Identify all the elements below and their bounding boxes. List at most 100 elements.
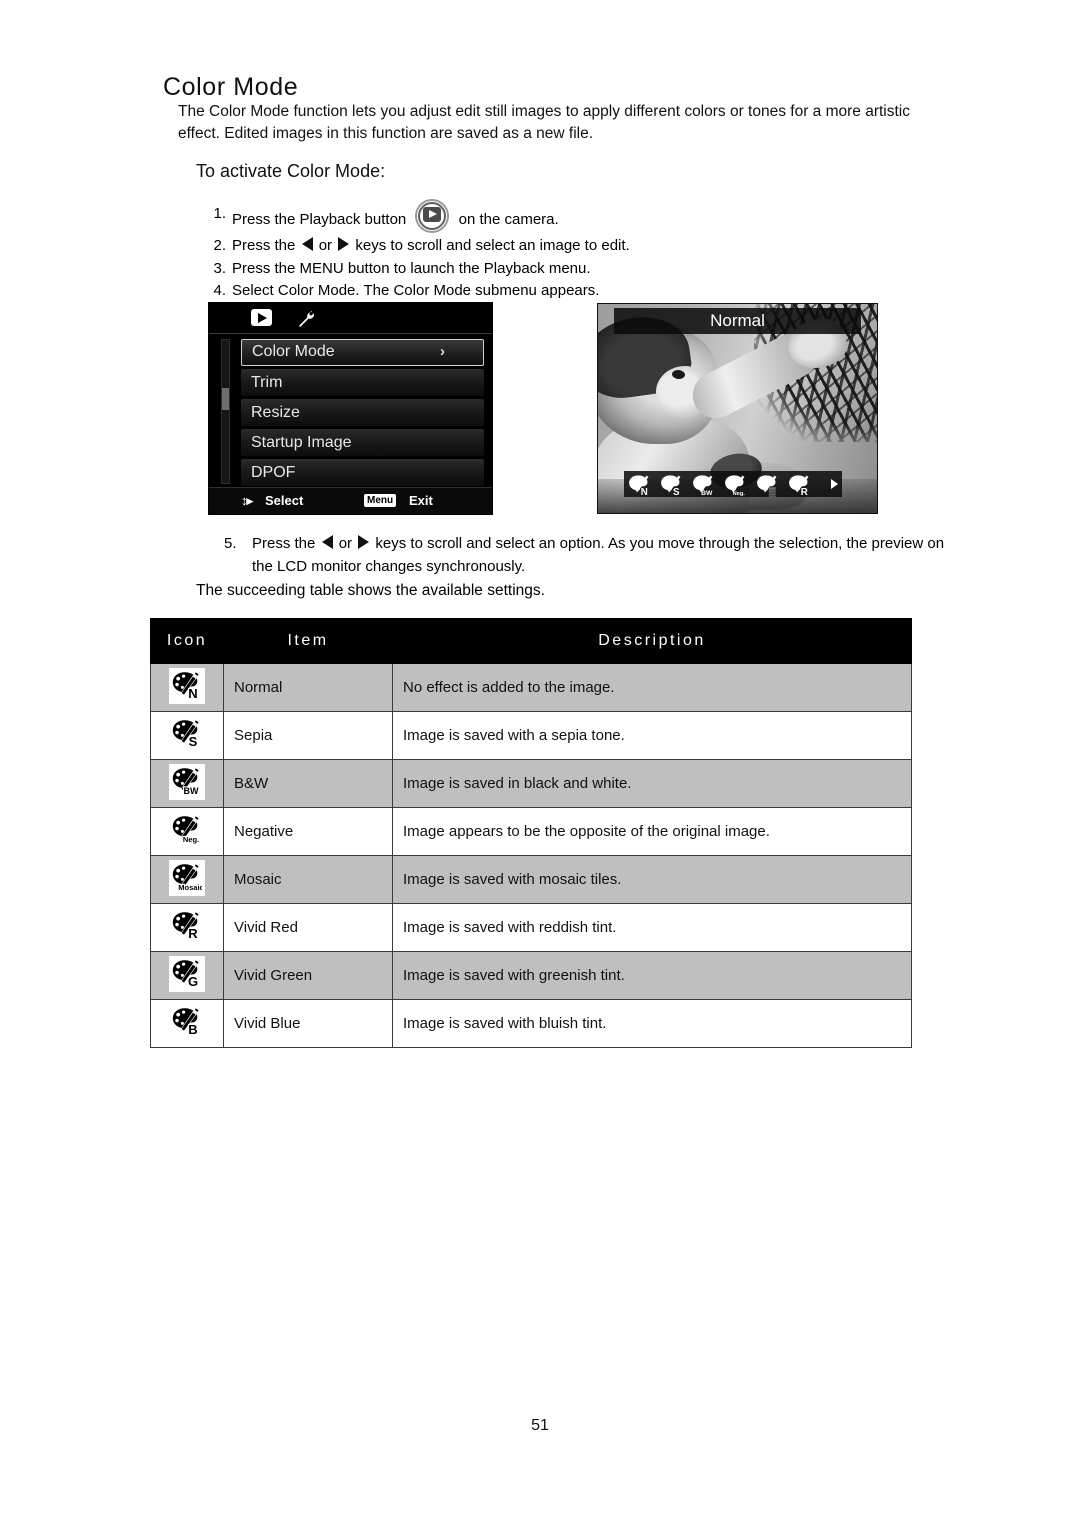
palette-icon-vivid-red: R: [169, 907, 205, 944]
table-row: N Normal No effect is added to the image…: [150, 663, 912, 712]
svg-text:Neg.: Neg.: [183, 835, 199, 844]
row-icon-sepia: S: [150, 711, 224, 760]
step-4: 4. Select Color Mode. The Color Mode sub…: [204, 280, 924, 303]
menu-item-dpof[interactable]: DPOF: [241, 459, 484, 486]
svg-text:BW: BW: [701, 490, 713, 497]
table-row: B Vivid Blue Image is saved with bluish …: [150, 999, 912, 1048]
row-item-vivid-green: Vivid Green: [223, 951, 393, 1000]
step-5-number: 5.: [224, 535, 237, 552]
preview-option-bar[interactable]: N S BW Neg. ▒ R: [624, 471, 842, 497]
color-option-icon-sepia[interactable]: S: [658, 473, 690, 497]
table-header-row: Icon Item Description: [150, 618, 912, 664]
page-title: Color Mode: [163, 73, 299, 101]
intro-paragraph: The Color Mode function lets you adjust …: [178, 103, 911, 142]
row-desc-normal: No effect is added to the image.: [392, 663, 912, 712]
palette-icon-vivid-green: G: [169, 955, 205, 992]
right-arrow-icon: [338, 237, 350, 251]
menu-footer-hints: ↕▸ Select Menu Exit: [209, 487, 492, 514]
table-row: Mosaic Mosaic Image is saved with mosaic…: [150, 855, 912, 904]
row-item-bw: B&W: [223, 759, 393, 808]
table-body: N Normal No effect is added to the image…: [150, 663, 912, 1048]
row-desc-vivid-green: Image is saved with greenish tint.: [392, 951, 912, 1000]
step-1-text-a: Press the Playback button: [232, 211, 407, 228]
svg-text:B: B: [188, 1022, 197, 1037]
row-icon-bw: BW: [150, 759, 224, 808]
row-desc-vivid-red: Image is saved with reddish tint.: [392, 903, 912, 952]
menu-item-resize[interactable]: Resize: [241, 399, 484, 426]
row-item-sepia: Sepia: [223, 711, 393, 760]
palette-icon-normal: N: [169, 667, 205, 704]
subheading-activate: To activate Color Mode:: [196, 161, 386, 181]
row-icon-normal: N: [150, 663, 224, 712]
svg-text:BW: BW: [184, 786, 199, 796]
menu-item-dpof-label: DPOF: [251, 464, 296, 481]
row-item-vivid-blue: Vivid Blue: [223, 999, 393, 1048]
step-4-number: 4.: [213, 282, 226, 299]
svg-text:Neg.: Neg.: [733, 491, 746, 497]
lcd-preview-screenshot: Normal N S BW Neg. ▒ R: [597, 303, 878, 514]
step-4-text: Select Color Mode. The Color Mode submen…: [232, 282, 600, 299]
color-option-icon-bw[interactable]: BW: [690, 473, 722, 497]
step-5-or: or: [338, 535, 353, 552]
step-1-number: 1.: [213, 205, 226, 222]
updown-arrows-icon: ↕▸: [241, 493, 253, 508]
svg-text:N: N: [188, 686, 197, 701]
menu-item-trim[interactable]: Trim: [241, 369, 484, 396]
step-3-text: Press the MENU button to launch the Play…: [232, 259, 591, 277]
left-arrow-icon: [301, 237, 313, 251]
menu-item-list: Color Mode › Trim Resize Startup Image D…: [209, 334, 492, 486]
step-2-or: or: [318, 237, 333, 254]
step-3: 3. Press the MENU button to launch the P…: [204, 258, 924, 281]
succeeding-table-note: The succeeding table shows the available…: [196, 582, 545, 599]
row-desc-mosaic: Image is saved with mosaic tiles.: [392, 855, 912, 904]
row-desc-negative: Image appears to be the opposite of the …: [392, 807, 912, 856]
page-number: 51: [531, 1417, 549, 1434]
menu-item-color-mode[interactable]: Color Mode ›: [241, 339, 484, 366]
step-1-text-b: on the camera.: [458, 211, 559, 228]
chevron-right-icon: ›: [440, 343, 445, 360]
step-5: 5. Press the or keys to scroll and selec…: [224, 533, 952, 578]
row-icon-mosaic: Mosaic: [150, 855, 224, 904]
menu-item-trim-label: Trim: [251, 374, 283, 391]
table-row: G Vivid Green Image is saved with greeni…: [150, 951, 912, 1000]
svg-text:R: R: [801, 487, 808, 497]
step-3-number: 3.: [213, 259, 226, 277]
header-description: Description: [392, 618, 912, 664]
row-item-vivid-red: Vivid Red: [223, 903, 393, 952]
color-option-icon-normal[interactable]: N: [626, 473, 658, 497]
svg-text:G: G: [188, 974, 198, 989]
color-mode-settings-table: Icon Item Description N Normal No effect…: [150, 618, 912, 1048]
svg-text:R: R: [188, 926, 198, 941]
steps-list: 1. Press the Playback button on the came…: [204, 199, 924, 303]
svg-text:▒: ▒: [769, 487, 776, 497]
row-desc-sepia: Image is saved with a sepia tone.: [392, 711, 912, 760]
menu-item-startup-image-label: Startup Image: [251, 434, 352, 451]
table-row: R Vivid Red Image is saved with reddish …: [150, 903, 912, 952]
row-item-mosaic: Mosaic: [223, 855, 393, 904]
row-desc-vivid-blue: Image is saved with bluish tint.: [392, 999, 912, 1048]
camera-playback-menu-screenshot: Color Mode › Trim Resize Startup Image D…: [208, 302, 493, 515]
color-option-icon-vivid-red[interactable]: R: [786, 473, 818, 497]
select-hint-label: Select: [265, 493, 304, 508]
svg-text:S: S: [673, 487, 680, 497]
svg-text:N: N: [641, 487, 648, 497]
row-icon-vivid-green: G: [150, 951, 224, 1000]
wrench-tab-icon[interactable]: [295, 309, 317, 329]
palette-icon-bw: BW: [169, 763, 205, 800]
svg-text:S: S: [189, 734, 198, 749]
row-item-normal: Normal: [223, 663, 393, 712]
row-icon-negative: Neg.: [150, 807, 224, 856]
color-option-icon-mosaic[interactable]: ▒: [754, 473, 786, 497]
playback-button-icon: [412, 199, 452, 235]
row-desc-bw: Image is saved in black and white.: [392, 759, 912, 808]
step-2: 2. Press the or keys to scroll and selec…: [204, 235, 924, 258]
playback-tab-icon[interactable]: [251, 309, 272, 326]
header-icon: Icon: [150, 618, 224, 664]
step-2-number: 2.: [213, 237, 226, 254]
step-5-text-a: Press the: [252, 535, 316, 552]
palette-icon-negative: Neg.: [169, 811, 205, 848]
more-options-arrow-icon[interactable]: [831, 479, 838, 489]
table-row: S Sepia Image is saved with a sepia tone…: [150, 711, 912, 760]
menu-item-startup-image[interactable]: Startup Image: [241, 429, 484, 456]
color-option-icon-negative[interactable]: Neg.: [722, 473, 754, 497]
